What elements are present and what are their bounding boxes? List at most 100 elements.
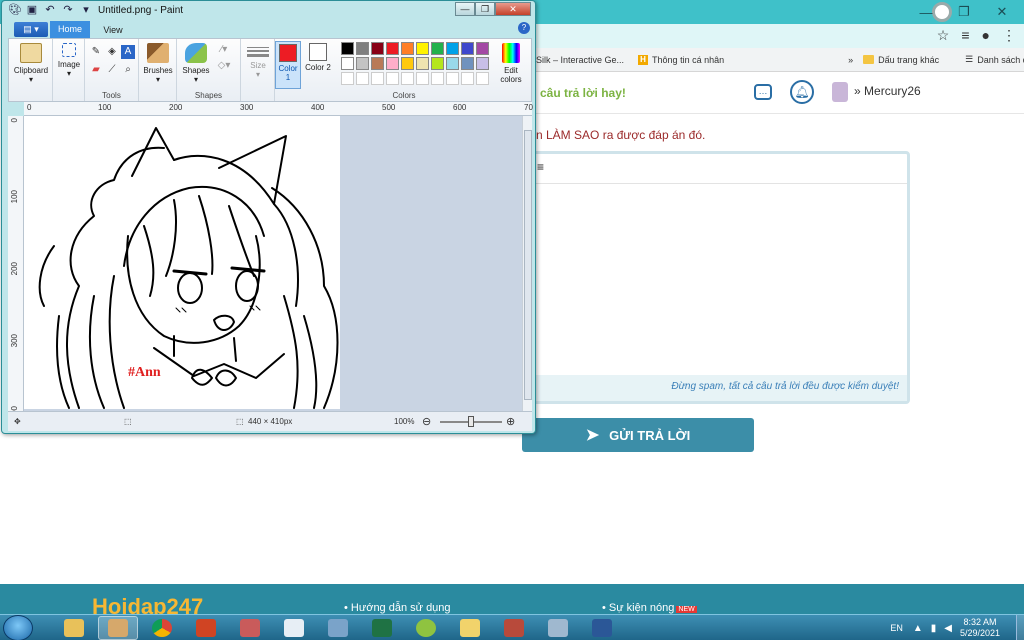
browser-menu-icon[interactable]: ⋮ (1002, 27, 1016, 44)
start-button[interactable] (3, 615, 33, 640)
custom-color-swatch[interactable] (401, 72, 414, 85)
redo-icon[interactable]: ↷ (62, 4, 74, 16)
custom-color-swatch[interactable] (416, 72, 429, 85)
color-swatch[interactable] (416, 42, 429, 55)
editor-menu-icon[interactable]: ≡ (537, 160, 544, 174)
color-swatch[interactable] (446, 57, 459, 70)
size-button[interactable]: Size ▾ (241, 41, 275, 79)
color-swatch[interactable] (371, 42, 384, 55)
color-swatch[interactable] (476, 42, 489, 55)
color-swatch[interactable] (356, 57, 369, 70)
site-logo[interactable]: Hoidap247 (92, 592, 203, 614)
chat-icon[interactable]: … (754, 84, 772, 100)
color-swatch[interactable] (341, 42, 354, 55)
color-swatch[interactable] (341, 57, 354, 70)
color-swatch[interactable] (386, 57, 399, 70)
custom-color-swatch[interactable] (461, 72, 474, 85)
word-taskbar-icon[interactable] (582, 616, 622, 640)
color1-button[interactable]: Color 1 (275, 41, 301, 89)
powerpoint-taskbar-icon[interactable] (186, 616, 226, 640)
excel-taskbar-icon[interactable] (362, 616, 402, 640)
outline-icon[interactable]: ⁄▾ (217, 43, 231, 57)
edit-colors-button[interactable]: Edit colors (493, 41, 529, 84)
brushes-button[interactable]: Brushes ▾ (139, 41, 177, 84)
user-menu[interactable]: » Mercury26 (854, 84, 921, 98)
shapes-button[interactable]: Shapes ▾ (179, 41, 213, 84)
reading-list-icon[interactable]: ≡ (961, 27, 969, 44)
answer-editor[interactable]: ≡ Đừng spam, tất cả câu trả lời đều được… (530, 151, 910, 404)
custom-color-swatch[interactable] (356, 72, 369, 85)
language-indicator[interactable]: EN (890, 623, 903, 633)
color-swatch[interactable] (386, 42, 399, 55)
app-taskbar-icon[interactable] (318, 616, 358, 640)
maximize-button[interactable]: ❐ (475, 2, 495, 16)
reading-list-button[interactable]: ☰ Danh sách đọc (965, 54, 1024, 65)
customize-quick-access-icon[interactable]: ▾ (80, 4, 92, 16)
bookmark-item[interactable]: H Thông tin cá nhân (638, 54, 724, 65)
magnifier-icon[interactable]: ⌕ (121, 63, 135, 77)
custom-color-swatch[interactable] (371, 72, 384, 85)
color2-button[interactable]: Color 2 (305, 41, 331, 89)
color-swatch[interactable] (431, 57, 444, 70)
canvas-workspace[interactable]: #Ann (24, 116, 522, 411)
paint-app-icon[interactable]: 🎨︎ (8, 4, 22, 16)
help-icon[interactable]: ? (518, 22, 530, 34)
chrome-taskbar-icon[interactable] (142, 616, 182, 640)
fill-icon[interactable]: ◈ (105, 45, 119, 59)
tray-expand-icon[interactable]: ▲ (913, 623, 923, 634)
custom-color-swatch[interactable] (446, 72, 459, 85)
color-swatch[interactable] (401, 42, 414, 55)
color-swatch[interactable] (431, 42, 444, 55)
image-button[interactable]: Image ▾ (53, 41, 85, 78)
app-taskbar-icon[interactable] (494, 616, 534, 640)
bookmark-item[interactable]: Silk – Interactive Ge... (536, 55, 624, 65)
zoom-slider-knob[interactable] (468, 416, 474, 427)
app-taskbar-icon[interactable] (406, 616, 446, 640)
scrollbar-thumb[interactable] (524, 130, 532, 400)
app-taskbar-icon[interactable] (230, 616, 270, 640)
browser-minimize-button[interactable]: — (912, 3, 940, 21)
color-swatch[interactable] (371, 57, 384, 70)
color-swatch[interactable] (461, 42, 474, 55)
color-swatch[interactable] (416, 57, 429, 70)
color-swatch[interactable] (476, 57, 489, 70)
zoom-out-button[interactable]: ⊖ (422, 415, 431, 428)
explorer-taskbar-icon[interactable] (54, 616, 94, 640)
zoom-in-button[interactable]: ⊕ (506, 415, 515, 428)
other-bookmarks-folder[interactable]: Dấu trang khác (863, 55, 939, 65)
clipboard-button[interactable]: Clipboard ▾ (11, 41, 51, 84)
text-tool-icon[interactable]: A (121, 45, 135, 59)
submit-answer-button[interactable]: ➤ GỬI TRẢ LỜI (522, 418, 754, 452)
custom-color-swatch[interactable] (476, 72, 489, 85)
browser-maximize-button[interactable]: ❐ (950, 3, 978, 21)
network-icon[interactable]: ▮ (931, 623, 937, 634)
color-swatch[interactable] (446, 42, 459, 55)
avatar[interactable] (832, 82, 848, 102)
custom-color-swatch[interactable] (341, 72, 354, 85)
app-taskbar-icon[interactable] (538, 616, 578, 640)
tab-view[interactable]: View (96, 22, 130, 38)
bookmarks-overflow-button[interactable]: » (848, 55, 853, 65)
volume-icon[interactable]: ◀ (944, 623, 952, 634)
custom-color-swatch[interactable] (431, 72, 444, 85)
footer-link-events[interactable]: • Sự kiện nóng NEW (602, 602, 697, 614)
drawing-canvas[interactable]: #Ann (24, 116, 340, 409)
footer-link-guide[interactable]: • Hướng dẫn sử dụng (344, 602, 451, 614)
bookmark-star-icon[interactable]: ☆ (937, 27, 950, 44)
custom-color-swatch[interactable] (386, 72, 399, 85)
color-picker-icon[interactable]: ⟋ (105, 63, 119, 77)
tab-home[interactable]: Home (50, 21, 90, 38)
pencil-icon[interactable]: ✎ (89, 45, 103, 59)
undo-icon[interactable]: ↶ (44, 4, 56, 16)
browser-close-button[interactable]: ✕ (988, 3, 1016, 21)
color-swatch[interactable] (461, 57, 474, 70)
color-swatch[interactable] (401, 57, 414, 70)
close-button[interactable]: ✕ (495, 2, 531, 16)
clock[interactable]: 8:32 AM 5/29/2021 (960, 617, 1000, 639)
save-icon[interactable]: ▣ (26, 4, 38, 16)
fill-style-icon[interactable]: ◇▾ (217, 59, 231, 73)
show-desktop-button[interactable] (1016, 615, 1024, 640)
paint-taskbar-icon[interactable] (98, 616, 138, 640)
file-menu-button[interactable]: ▤ ▾ (14, 22, 48, 37)
minimize-button[interactable]: — (455, 2, 475, 16)
